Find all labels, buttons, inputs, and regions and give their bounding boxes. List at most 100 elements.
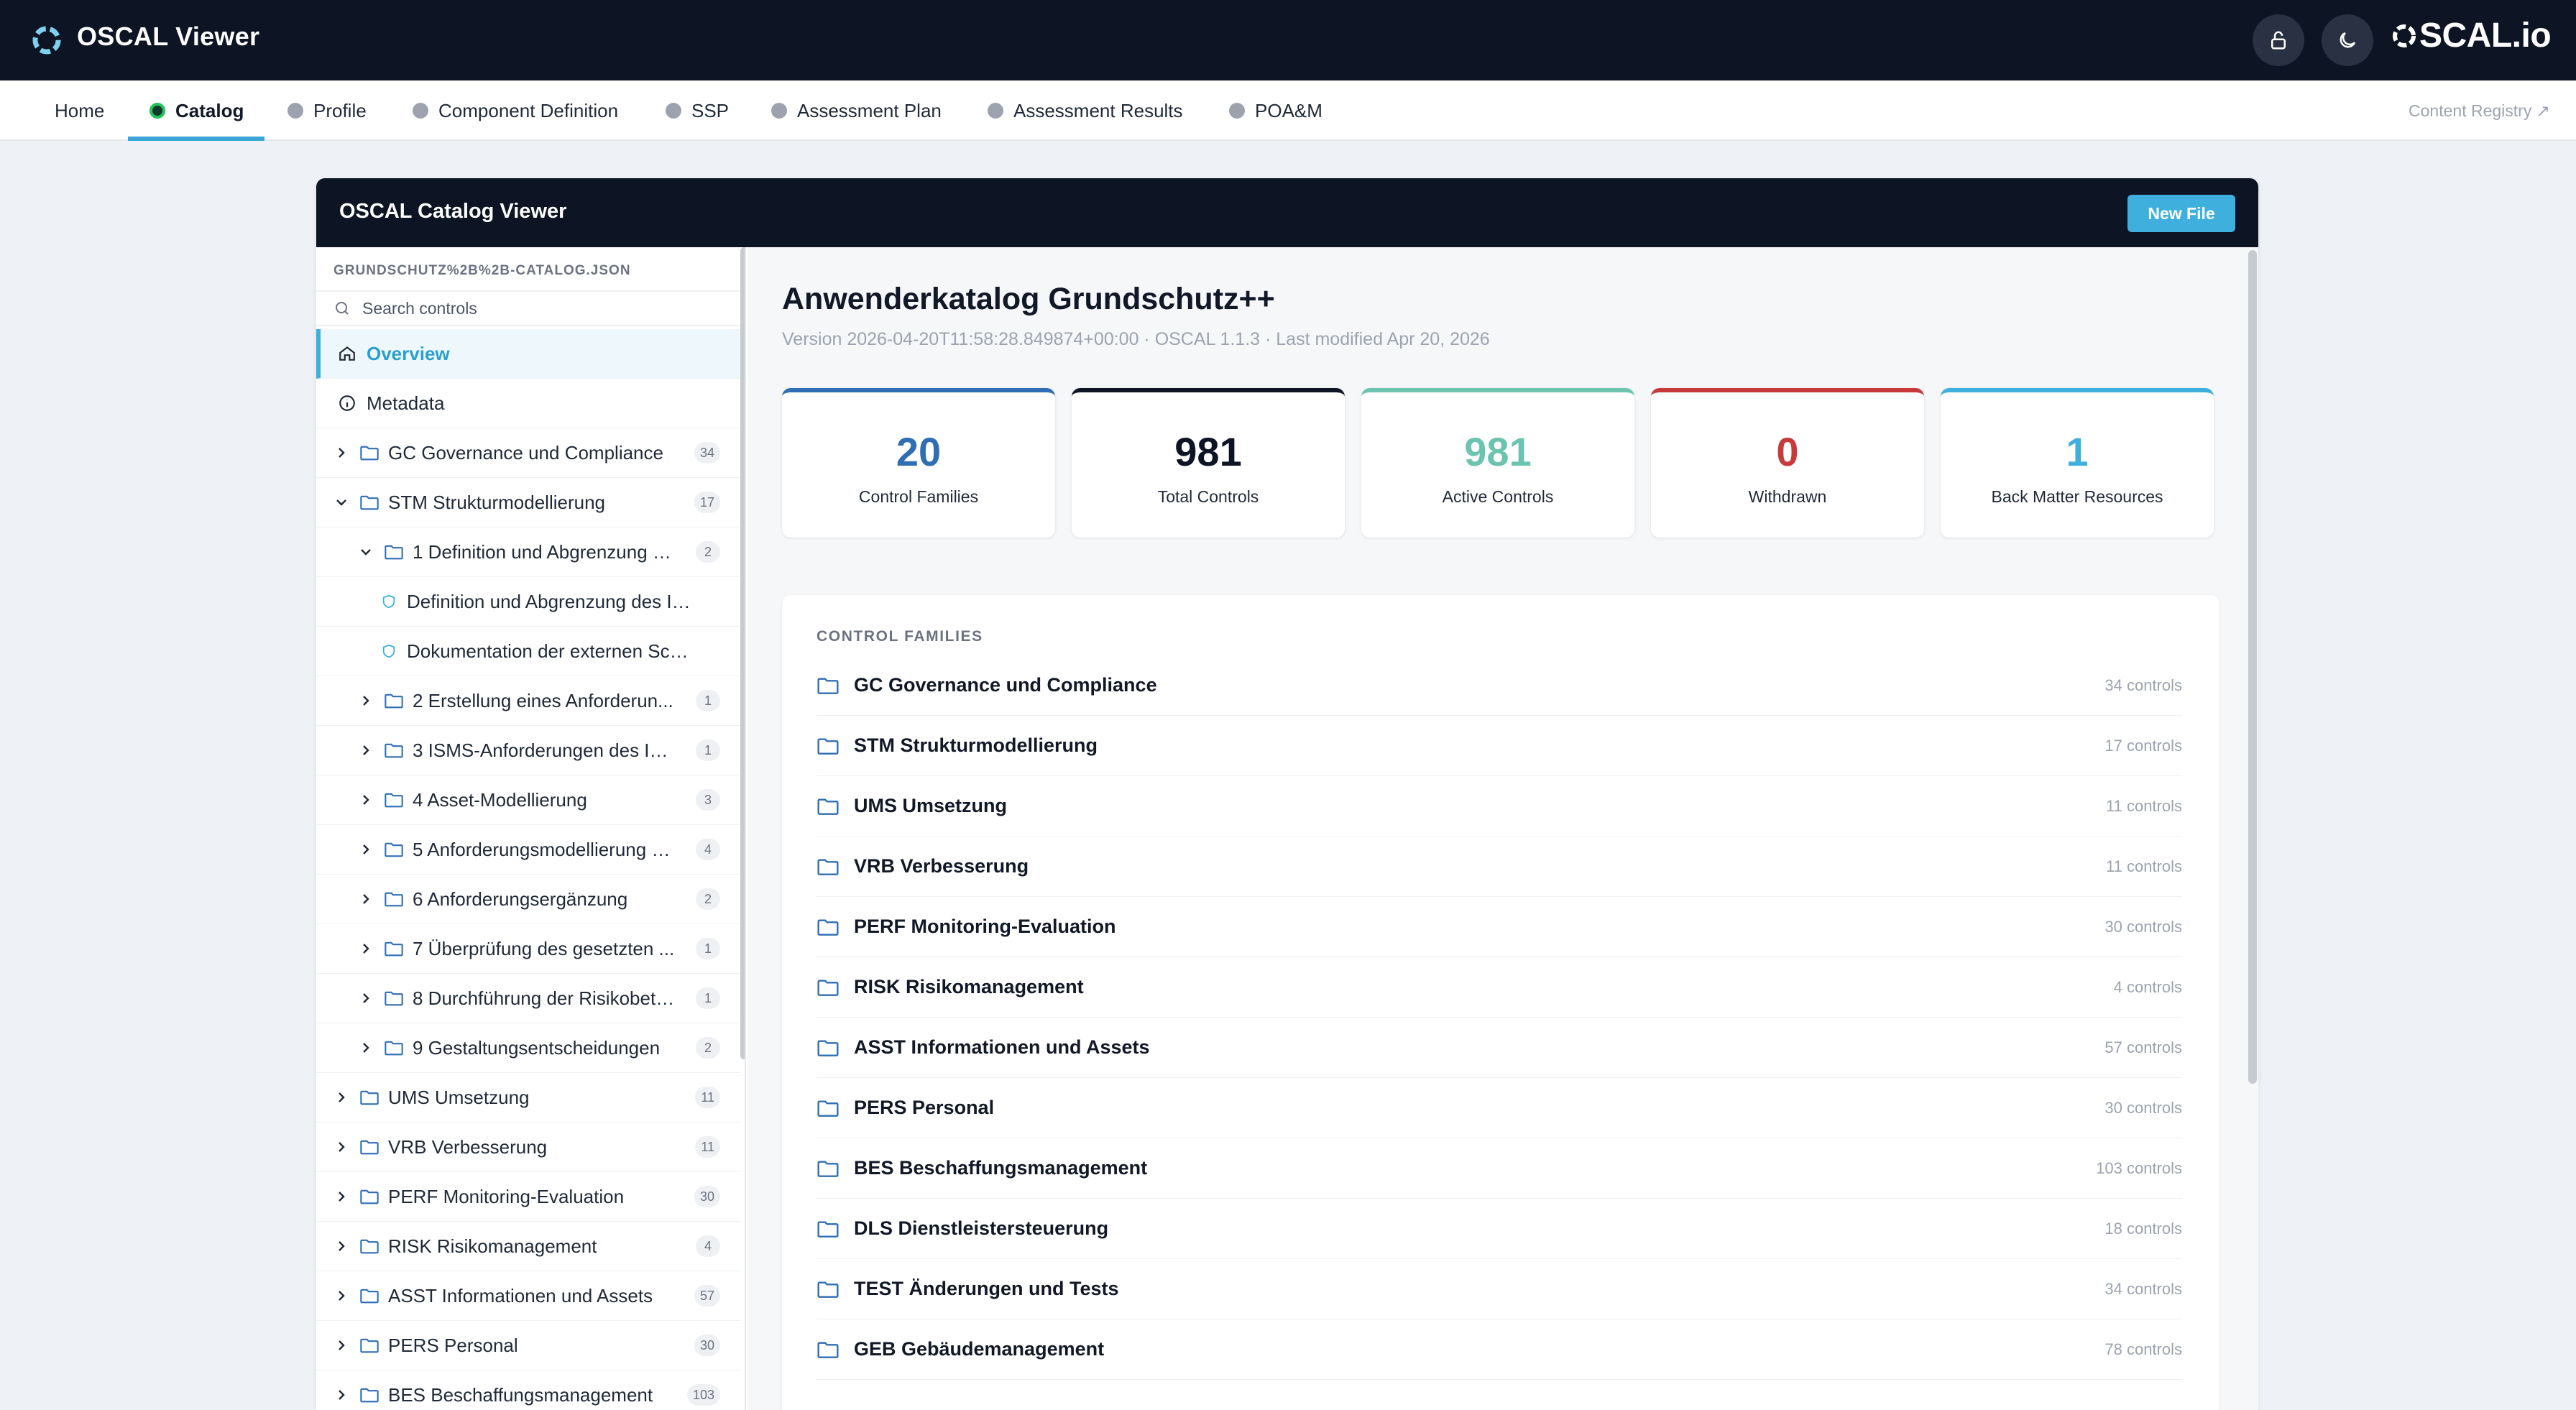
family-row[interactable]: PERS Personal 30 controls (816, 1078, 2182, 1138)
tab-catalog[interactable]: Catalog (150, 80, 244, 141)
stat-card: 1 Back Matter Resources (1941, 388, 2214, 538)
folder-icon (817, 979, 839, 996)
tree-item-label: GC Governance und Compliance (388, 441, 663, 464)
chevron-right-icon (339, 1192, 345, 1202)
control-families-panel: CONTROL FAMILIES GC Governance und Compl… (782, 595, 2220, 1410)
family-row[interactable]: UMS Umsetzung 11 controls (816, 776, 2182, 837)
chevron-right-icon (339, 1340, 345, 1350)
tree-group-item[interactable]: PERF Monitoring-Evaluation 30 (316, 1172, 740, 1222)
expand-toggle[interactable] (356, 745, 375, 756)
tree-group-item[interactable]: 1 Definition und Abgrenzung d... 2 (316, 527, 740, 577)
tree-group-item[interactable]: PERS Personal 30 (316, 1321, 740, 1370)
tree-group-item[interactable]: 6 Anforderungsergänzung 2 (316, 875, 740, 924)
tab-profile[interactable]: Profile (288, 80, 367, 141)
chevron-down-icon (361, 549, 371, 556)
sidebar-scrollbar[interactable] (740, 247, 745, 1059)
brand-logo[interactable]: SCAL.io (2391, 16, 2552, 55)
tree-group-item[interactable]: 2 Erstellung eines Anforderun... 1 (316, 676, 740, 726)
chevron-right-icon (363, 993, 369, 1003)
tab-label: POA&M (1255, 99, 1322, 121)
tree-group-item[interactable]: 7 Überprüfung des gesetzten ... 1 (316, 924, 740, 974)
family-row[interactable]: PERF Monitoring-Evaluation 30 controls (816, 897, 2182, 957)
content-registry-link[interactable]: Content Registry ↗ (2409, 80, 2550, 141)
family-row[interactable]: GC Governance und Compliance 34 controls (816, 655, 2182, 716)
tab-ssp[interactable]: SSP (666, 80, 729, 141)
expand-toggle[interactable] (332, 1092, 351, 1103)
tab-label: Assessment Plan (797, 99, 942, 121)
expand-toggle[interactable] (356, 844, 375, 855)
expand-toggle[interactable] (332, 497, 351, 508)
tree-group-item[interactable]: STM Strukturmodellierung 17 (316, 478, 740, 527)
stat-label: Total Controls (1157, 487, 1259, 506)
tab-label: Assessment Results (1013, 99, 1183, 121)
family-row[interactable]: BES Beschaffungsmanagement 103 controls (816, 1138, 2182, 1199)
tree-item-label: 9 Gestaltungsentscheidungen (413, 1036, 661, 1059)
expand-toggle[interactable] (356, 992, 375, 1004)
expand-toggle[interactable] (332, 1240, 351, 1252)
expand-toggle[interactable] (332, 1141, 351, 1153)
expand-toggle[interactable] (332, 1389, 351, 1401)
stat-label: Control Families (858, 487, 979, 506)
tree-group-item[interactable]: 3 ISMS-Anforderungen des Inf... 1 (316, 726, 740, 775)
count-badge: 30 (694, 1186, 720, 1207)
sidebar-item-overview[interactable]: Overview (316, 329, 740, 379)
tree-control-item[interactable]: Dokumentation der externen Schnit... (316, 627, 740, 676)
expand-toggle[interactable] (356, 695, 375, 706)
new-file-button[interactable]: New File (2128, 195, 2235, 232)
expand-toggle[interactable] (356, 1042, 375, 1054)
family-row[interactable]: STM Strukturmodellierung 17 controls (816, 716, 2182, 776)
tree-control-item[interactable]: Definition und Abgrenzung des Infor... (316, 577, 740, 627)
folder-icon (385, 545, 403, 560)
tree-group-item[interactable]: 5 Anforderungsmodellierung a... 4 (316, 825, 740, 875)
family-row[interactable]: ASST Informationen und Assets 57 controls (816, 1018, 2182, 1078)
stat-card: 20 Control Families (782, 388, 1055, 538)
expand-toggle[interactable] (356, 546, 375, 558)
count-badge: 4 (696, 1235, 720, 1257)
count-badge: 11 (695, 1136, 720, 1158)
tree-group-item[interactable]: BES Beschaffungsmanagement 103 (316, 1370, 740, 1410)
tree-item-label: Dokumentation der externen Schnit... (407, 640, 696, 662)
expand-toggle[interactable] (332, 1340, 351, 1351)
family-row[interactable]: TEST Änderungen und Tests 34 controls (816, 1259, 2182, 1319)
chevron-right-icon (363, 944, 369, 954)
tree-group-item[interactable]: VRB Verbesserung 11 (316, 1123, 740, 1172)
stat-value: 981 (1464, 429, 1532, 474)
tab-home[interactable]: Home (55, 80, 104, 141)
chevron-right-icon (363, 844, 369, 854)
tab-component-definition[interactable]: Component Definition (413, 80, 618, 141)
sidebar-item-metadata[interactable]: Metadata (316, 379, 740, 428)
tree-group-item[interactable]: RISK Risikomanagement 4 (316, 1222, 740, 1271)
expand-toggle[interactable] (332, 1290, 351, 1301)
chevron-right-icon (339, 1241, 345, 1251)
expand-toggle[interactable] (332, 1191, 351, 1202)
theme-toggle-button[interactable] (2322, 14, 2373, 66)
family-row[interactable]: DLS Dienstleistersteuerung 18 controls (816, 1199, 2182, 1259)
family-row[interactable]: GEB Gebäudemanagement 78 controls (816, 1319, 2182, 1380)
expand-toggle[interactable] (332, 447, 351, 459)
tab-assessment-results[interactable]: Assessment Results (988, 80, 1183, 141)
tab-label: Profile (313, 99, 367, 121)
expand-toggle[interactable] (356, 893, 375, 905)
tree-item-label: 1 Definition und Abgrenzung d... (413, 540, 676, 563)
lock-button[interactable] (2253, 14, 2304, 66)
tree-group-item[interactable]: 4 Asset-Modellierung 3 (316, 775, 740, 825)
tree-group-item[interactable]: UMS Umsetzung 11 (316, 1073, 740, 1123)
folder-icon (360, 1388, 379, 1403)
search-input[interactable] (361, 298, 706, 319)
tab-poam[interactable]: POA&M (1229, 80, 1322, 141)
family-row[interactable]: VRB Verbesserung 11 controls (816, 837, 2182, 897)
folder-icon (817, 1220, 839, 1238)
sidebar-item-label: Metadata (367, 392, 445, 414)
count-badge: 57 (694, 1285, 720, 1307)
tree-group-item[interactable]: 9 Gestaltungsentscheidungen 2 (316, 1023, 740, 1073)
tree-group-item[interactable]: 8 Durchführung der Risikobetr... 1 (316, 974, 740, 1023)
family-row[interactable]: RISK Risikomanagement 4 controls (816, 957, 2182, 1018)
expand-toggle[interactable] (356, 794, 375, 806)
family-name: RISK Risikomanagement (854, 976, 1084, 997)
tab-assessment-plan[interactable]: Assessment Plan (771, 80, 942, 141)
expand-toggle[interactable] (356, 943, 375, 954)
main-scrollbar[interactable] (2248, 250, 2257, 1084)
folder-icon (817, 737, 839, 755)
tree-group-item[interactable]: GC Governance und Compliance 34 (316, 428, 740, 478)
tree-group-item[interactable]: ASST Informationen und Assets 57 (316, 1271, 740, 1321)
